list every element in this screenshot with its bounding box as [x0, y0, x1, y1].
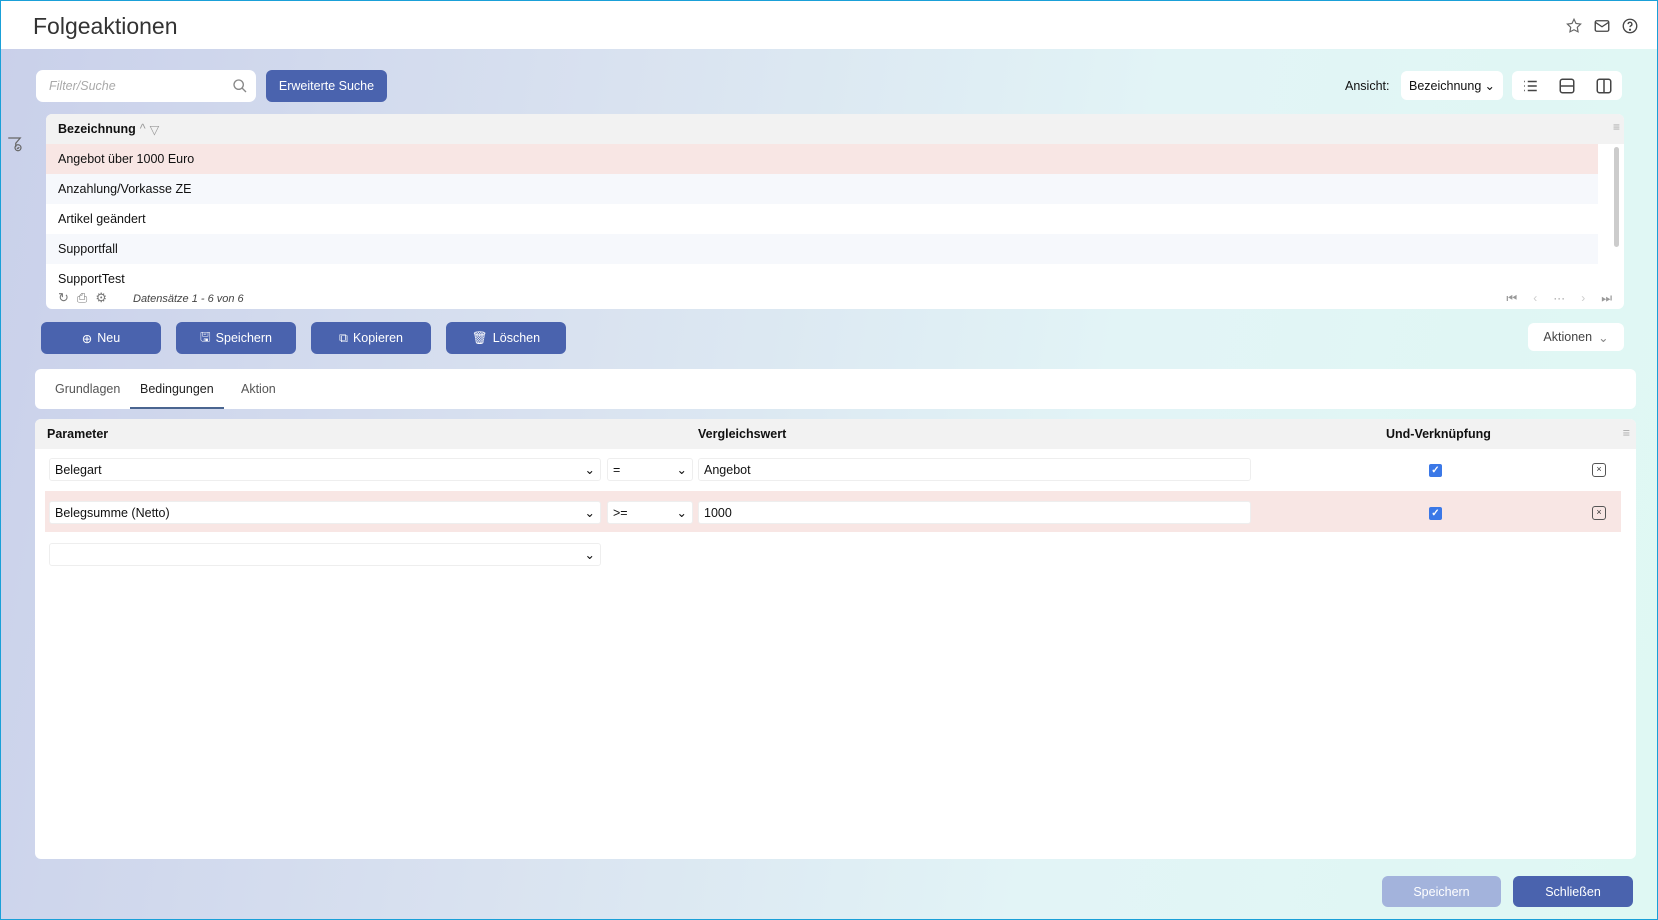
view-label: Ansicht:: [1345, 79, 1390, 93]
settings-icon[interactable]: ⚙: [95, 290, 107, 306]
actions-dropdown[interactable]: Aktionen ⌄: [1528, 323, 1624, 351]
remove-condition-icon[interactable]: ×: [1592, 506, 1606, 520]
print-icon[interactable]: ⎙: [77, 290, 87, 306]
tab-grundlagen[interactable]: Grundlagen: [55, 369, 120, 409]
chevron-down-icon: ⌄: [584, 463, 595, 477]
tab-bar: Grundlagen Bedingungen Aktion: [35, 369, 1636, 409]
split-horizontal-icon[interactable]: [1558, 77, 1576, 95]
column-menu-icon[interactable]: ≡: [1613, 120, 1620, 134]
parameter-select[interactable]: Belegsumme (Netto) ⌄: [49, 501, 601, 524]
and-checkbox[interactable]: ✓: [1429, 464, 1442, 477]
list-view-icon[interactable]: [1521, 77, 1539, 95]
column-header-bezeichnung[interactable]: Bezeichnung ^ ▽: [46, 114, 1624, 144]
prev-page-icon[interactable]: ‹: [1533, 291, 1537, 306]
scrollbar[interactable]: [1614, 147, 1619, 247]
value-input[interactable]: 1000: [698, 501, 1251, 524]
table-row[interactable]: Artikel geändert: [46, 204, 1598, 234]
help-icon[interactable]: [1621, 17, 1639, 35]
column-menu-icon[interactable]: ≡: [1623, 426, 1630, 440]
chevron-down-icon: ⌄: [1484, 79, 1495, 93]
last-page-icon[interactable]: ⏭: [1601, 291, 1612, 306]
conditions-table: Parameter Vergleichswert Und-Verknüpfung…: [35, 419, 1636, 859]
table-row[interactable]: Supportfall: [46, 234, 1598, 264]
header-und-verknuepfung: Und-Verknüpfung: [1386, 427, 1491, 441]
search-icon: [233, 79, 247, 93]
header: Folgeaktionen: [1, 1, 1657, 49]
filter-check-icon[interactable]: [6, 135, 24, 153]
operator-select[interactable]: >= ⌄: [607, 501, 693, 524]
header-vergleichswert: Vergleichswert: [698, 427, 787, 441]
delete-button[interactable]: 🗑 Löschen: [446, 322, 566, 354]
copy-button[interactable]: ⧉ Kopieren: [311, 322, 431, 354]
chevron-down-icon: ⌄: [584, 506, 595, 520]
chevron-down-icon: ⌄: [584, 548, 595, 562]
copy-icon: ⧉: [339, 330, 348, 345]
remove-condition-icon[interactable]: ×: [1592, 463, 1606, 477]
record-info: Datensätze 1 - 6 von 6: [133, 293, 244, 305]
more-pages-icon[interactable]: ···: [1553, 291, 1565, 306]
chevron-down-icon: ⌄: [1598, 330, 1609, 345]
refresh-icon[interactable]: ↻: [58, 290, 69, 306]
new-parameter-select[interactable]: ⌄: [49, 543, 601, 566]
records-grid: Bezeichnung ^ ▽ Angebot über 1000 Euro Anz…: [46, 114, 1624, 309]
value-input[interactable]: Angebot: [698, 458, 1251, 481]
chevron-down-icon: ⌄: [676, 463, 687, 477]
split-vertical-icon[interactable]: [1595, 77, 1613, 95]
table-row[interactable]: Anzahlung/Vorkasse ZE: [46, 174, 1598, 204]
window: Folgeaktionen Filter/Suche Erweiterte Su…: [0, 0, 1658, 920]
page-title: Folgeaktionen: [33, 13, 178, 39]
star-icon[interactable]: [1565, 17, 1583, 35]
table-row[interactable]: SupportTest: [46, 264, 1598, 294]
table-row[interactable]: Angebot über 1000 Euro: [46, 144, 1598, 174]
mail-icon[interactable]: [1593, 17, 1611, 35]
floppy-icon: 🖫: [200, 329, 211, 344]
footer-save-button[interactable]: Speichern: [1382, 876, 1501, 907]
and-checkbox[interactable]: ✓: [1429, 507, 1442, 520]
advanced-search-button[interactable]: Erweiterte Suche: [266, 70, 387, 102]
first-page-icon[interactable]: ⏮: [1506, 291, 1517, 306]
tab-bedingungen[interactable]: Bedingungen: [130, 369, 224, 409]
search-input[interactable]: Filter/Suche: [36, 70, 256, 102]
save-button[interactable]: 🖫 Speichern: [176, 322, 296, 354]
operator-select[interactable]: = ⌄: [607, 458, 693, 481]
header-parameter: Parameter: [47, 427, 109, 441]
plus-circle-icon: ⊕: [81, 331, 93, 346]
new-button[interactable]: ⊕ Neu: [41, 322, 161, 354]
chevron-down-icon: ⌄: [676, 506, 687, 520]
tab-aktion[interactable]: Aktion: [241, 369, 276, 409]
next-page-icon[interactable]: ›: [1581, 291, 1585, 306]
trash-icon: 🗑: [471, 330, 488, 345]
filter-icon[interactable]: ▽: [150, 122, 160, 137]
sort-asc-icon[interactable]: ^: [140, 122, 146, 136]
parameter-select[interactable]: Belegart ⌄: [49, 458, 601, 481]
view-select[interactable]: Bezeichnung ⌄: [1401, 71, 1503, 100]
close-button[interactable]: Schließen: [1513, 876, 1633, 907]
